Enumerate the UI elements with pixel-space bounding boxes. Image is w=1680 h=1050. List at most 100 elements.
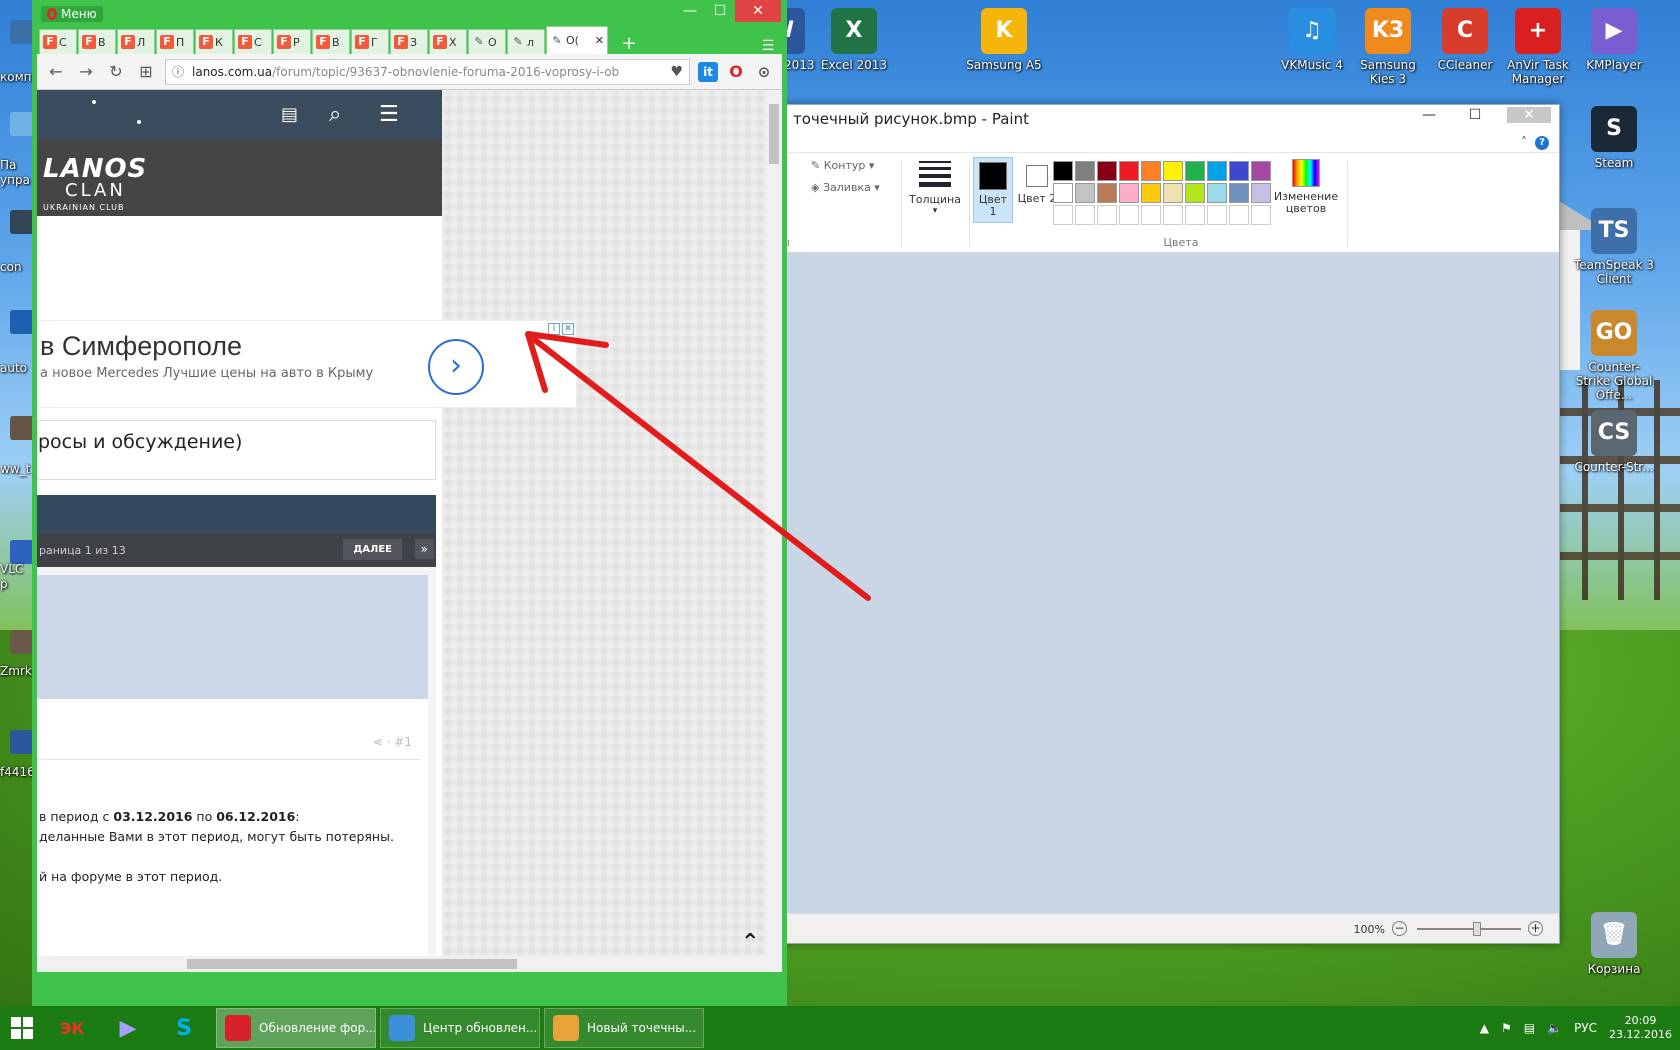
- tab-menu-icon[interactable]: ☰: [754, 38, 782, 54]
- taskbar-button[interactable]: Обновление фор...: [216, 1008, 376, 1048]
- browser-tab[interactable]: FХ: [429, 29, 467, 54]
- palette-empty-swatch[interactable]: [1075, 205, 1095, 225]
- new-tab-button[interactable]: +: [615, 33, 643, 54]
- taskbar-button[interactable]: Новый точечны...: [544, 1008, 704, 1048]
- ad-close-icon[interactable]: ✕: [562, 323, 574, 335]
- desktop-partial-icon[interactable]: [10, 112, 34, 136]
- desktop-icon[interactable]: K Samsung A5: [962, 8, 1046, 72]
- desktop-icon[interactable]: CS Counter-Str...: [1572, 410, 1656, 474]
- browser-window[interactable]: Меню — ☐ ✕ F С F В F Л F П F К F С F Р F В F Г F З F Х ✎ О ✎ л ✎ О(…: [32, 0, 787, 1006]
- palette-empty-swatch[interactable]: [1207, 205, 1227, 225]
- palette-swatch[interactable]: [1207, 183, 1227, 203]
- palette-swatch[interactable]: [1185, 183, 1205, 203]
- desktop-partial-icon[interactable]: [10, 310, 34, 334]
- paint-canvas-area[interactable]: [781, 253, 1559, 913]
- browser-tab[interactable]: FС: [234, 29, 272, 54]
- ad-info-icon[interactable]: i: [548, 323, 560, 335]
- desktop-icon[interactable]: TS TeamSpeak 3 Client: [1572, 208, 1656, 286]
- color-palette[interactable]: [1053, 161, 1271, 225]
- palette-swatch[interactable]: [1119, 183, 1139, 203]
- forward-button[interactable]: →: [75, 62, 97, 81]
- desktop-partial-icon[interactable]: [10, 630, 34, 654]
- volume-icon[interactable]: 🔈: [1547, 1021, 1562, 1035]
- palette-empty-swatch[interactable]: [1141, 205, 1161, 225]
- desktop-partial-icon[interactable]: [10, 210, 34, 234]
- opera-ext-icon[interactable]: O: [726, 62, 746, 82]
- palette-swatch[interactable]: [1251, 161, 1271, 181]
- desktop-icon[interactable]: ♫ VKMusic 4: [1270, 8, 1354, 72]
- browser-tab[interactable]: FВ: [312, 29, 350, 54]
- palette-swatch[interactable]: [1075, 161, 1095, 181]
- edit-colors-button[interactable]: Изменение цветов: [1271, 153, 1341, 253]
- desktop-icon[interactable]: K3 Samsung Kies 3: [1346, 8, 1430, 86]
- site-info-icon[interactable]: ⓘ: [172, 63, 184, 80]
- help-icon[interactable]: ?: [1535, 136, 1549, 150]
- scroll-to-top-icon[interactable]: ⌃: [741, 930, 759, 955]
- palette-empty-swatch[interactable]: [1229, 205, 1249, 225]
- zoom-slider-thumb[interactable]: [1473, 922, 1481, 936]
- desktop-icon[interactable]: X Excel 2013: [812, 8, 896, 72]
- browser-maximize-button[interactable]: ☐: [705, 0, 735, 22]
- palette-empty-swatch[interactable]: [1251, 205, 1271, 225]
- post-share[interactable]: ⋖ · #1: [373, 735, 412, 749]
- desktop-partial-icon[interactable]: [10, 540, 34, 564]
- vertical-scrollbar[interactable]: [766, 90, 782, 972]
- palette-swatch[interactable]: [1229, 161, 1249, 181]
- paint-window[interactable]: точечный рисунок.bmp - Paint — ☐ ✕ ˄ ? ✎…: [780, 104, 1560, 944]
- start-button[interactable]: [0, 1006, 44, 1050]
- palette-empty-swatch[interactable]: [1119, 205, 1139, 225]
- browser-tab[interactable]: FВ: [78, 29, 116, 54]
- palette-swatch[interactable]: [1141, 161, 1161, 181]
- palette-swatch[interactable]: [1053, 183, 1073, 203]
- thickness-button[interactable]: Толщина ▾: [905, 153, 965, 253]
- page-viewport[interactable]: ▤ ⌕ ☰ LANOS CLAN UKRAINIAN CLUB росы и о…: [37, 90, 782, 972]
- browser-tab[interactable]: FК: [195, 29, 233, 54]
- network-icon[interactable]: ▤: [1524, 1021, 1535, 1035]
- bookmark-heart-icon[interactable]: ♥: [670, 64, 683, 80]
- palette-swatch[interactable]: [1163, 183, 1183, 203]
- palette-swatch[interactable]: [1097, 183, 1117, 203]
- back-button[interactable]: ←: [45, 62, 67, 81]
- browser-tab-active[interactable]: ✎ О(✕: [546, 26, 608, 54]
- zoom-in-button[interactable]: +: [1528, 921, 1543, 936]
- palette-empty-swatch[interactable]: [1163, 205, 1183, 225]
- browser-tab[interactable]: FЛ: [117, 29, 155, 54]
- browser-tab[interactable]: FП: [156, 29, 194, 54]
- search-icon[interactable]: ⌕: [329, 102, 341, 127]
- palette-empty-swatch[interactable]: [1185, 205, 1205, 225]
- browser-tab[interactable]: FС: [39, 29, 77, 54]
- ad-go-button[interactable]: ›: [428, 339, 484, 395]
- browser-tab[interactable]: ✎ л: [507, 29, 545, 54]
- browser-close-button[interactable]: ✕: [735, 0, 781, 22]
- color1-button[interactable]: Цвет 1: [973, 157, 1013, 223]
- site-logo[interactable]: LANOS CLAN UKRAINIAN CLUB: [37, 140, 442, 216]
- color2-button[interactable]: Цвет 2: [1017, 157, 1057, 223]
- outline-button[interactable]: ✎ Контур ▾: [811, 159, 874, 172]
- reload-button[interactable]: ↻: [105, 62, 127, 81]
- paint-close-button[interactable]: ✕: [1507, 107, 1551, 123]
- palette-swatch[interactable]: [1207, 161, 1227, 181]
- extension-it-icon[interactable]: it: [698, 61, 718, 82]
- skype-icon[interactable]: S: [156, 1006, 212, 1050]
- ad-banner[interactable]: в Симферополе а новое Mercedes Лучшие це…: [37, 320, 577, 408]
- fill-button[interactable]: ◈ Заливка ▾: [811, 181, 880, 194]
- palette-swatch[interactable]: [1119, 161, 1139, 181]
- kmplayer-taskbar-icon[interactable]: ▶: [100, 1006, 156, 1050]
- pinned-app-icon[interactable]: ЭК: [44, 1006, 100, 1050]
- desktop-icon[interactable]: C CCleaner: [1423, 8, 1507, 72]
- hamburger-menu-icon[interactable]: ☰: [379, 102, 399, 127]
- news-icon[interactable]: ▤: [281, 104, 298, 125]
- tab-close-icon[interactable]: ✕: [595, 34, 607, 47]
- desktop-icon[interactable]: GO Counter-Strike Global Offe...: [1572, 310, 1656, 402]
- browser-tab[interactable]: FР: [273, 29, 311, 54]
- paint-maximize-button[interactable]: ☐: [1461, 107, 1489, 123]
- palette-swatch[interactable]: [1075, 183, 1095, 203]
- downloads-icon[interactable]: ⊙: [754, 62, 774, 82]
- desktop-icon[interactable]: S Steam: [1572, 106, 1656, 170]
- taskbar-button[interactable]: Центр обновлен...: [380, 1008, 540, 1048]
- browser-tab[interactable]: ✎ О: [468, 29, 506, 54]
- desktop-icon[interactable]: 🗑 Корзина: [1572, 912, 1656, 976]
- palette-swatch[interactable]: [1185, 161, 1205, 181]
- zoom-slider-track[interactable]: [1417, 928, 1521, 930]
- palette-swatch[interactable]: [1097, 161, 1117, 181]
